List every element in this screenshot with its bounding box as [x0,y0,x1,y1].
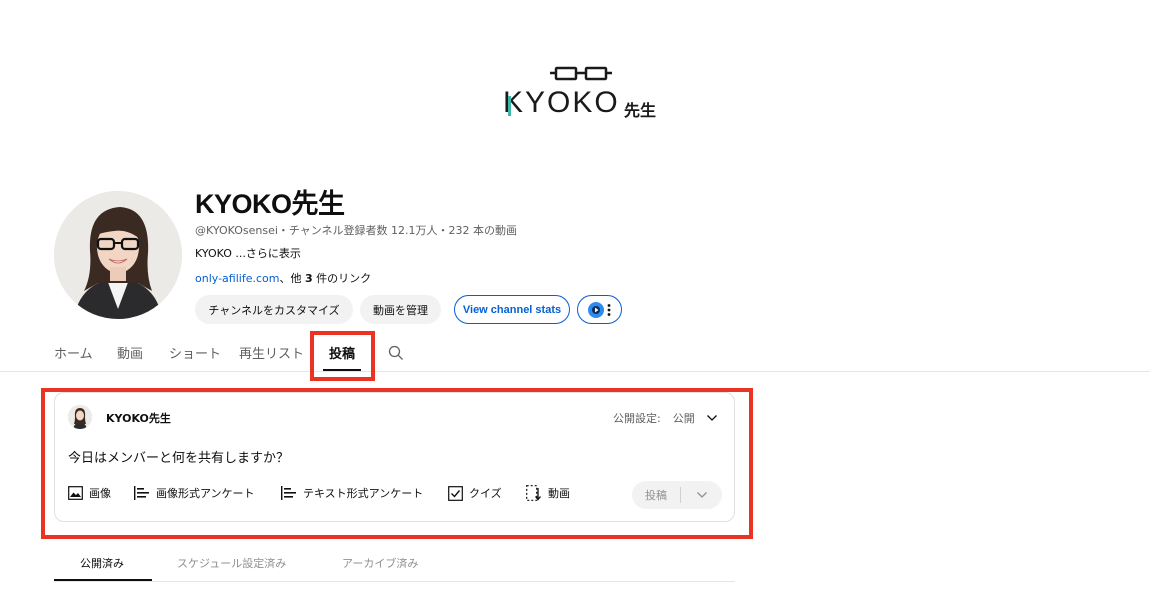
logo-accent-mark [508,96,511,116]
subtab-archived[interactable]: アーカイブ済み [342,555,418,571]
tab-home[interactable]: ホーム [54,343,93,362]
view-channel-stats-label: View channel stats [462,303,562,316]
channel-avatar[interactable] [54,191,182,319]
links-prefix: 、他 [279,272,305,285]
highlight-box-posts-tab [310,331,375,381]
avatar-portrait-icon [54,191,182,319]
extension-logo-icon [588,301,604,318]
tabs-divider [0,371,1150,372]
subtab-published[interactable]: 公開済み [80,555,124,571]
channel-meta: @KYOKOsensei・チャンネル登録者数 12.1万人・232 本の動画 [195,224,518,237]
banner-logo-suffix: 先生 [624,101,657,120]
search-icon[interactable] [388,345,404,361]
channel-description[interactable]: KYOKO ...さらに表示 [195,245,301,261]
glasses-logo-icon [550,66,612,81]
banner-logo-text: KYOKO [503,86,620,119]
extension-menu-button[interactable] [577,295,622,324]
links-count[interactable]: 3 [305,272,313,285]
subtabs-divider [54,581,735,582]
tab-videos[interactable]: 動画 [117,343,143,362]
view-channel-stats-button[interactable]: View channel stats [454,295,570,324]
highlight-box-composer [41,388,753,539]
customize-channel-label: チャンネルをカスタマイズ [208,303,340,317]
manage-videos-button[interactable]: 動画を管理 [360,295,441,324]
more-vert-icon [607,303,611,316]
manage-videos-label: 動画を管理 [373,303,428,317]
channel-name: KYOKO先生 [195,189,345,219]
channel-links: only-afilife.com、他 3 件のリンク [195,270,371,286]
subtab-scheduled[interactable]: スケジュール設定済み [177,555,286,571]
tab-shorts[interactable]: ショート [169,343,221,362]
channel-link[interactable]: only-afilife.com [195,272,279,285]
tab-playlists[interactable]: 再生リスト [239,343,304,362]
customize-channel-button[interactable]: チャンネルをカスタマイズ [195,295,353,324]
links-suffix[interactable]: 件のリンク [313,272,371,285]
